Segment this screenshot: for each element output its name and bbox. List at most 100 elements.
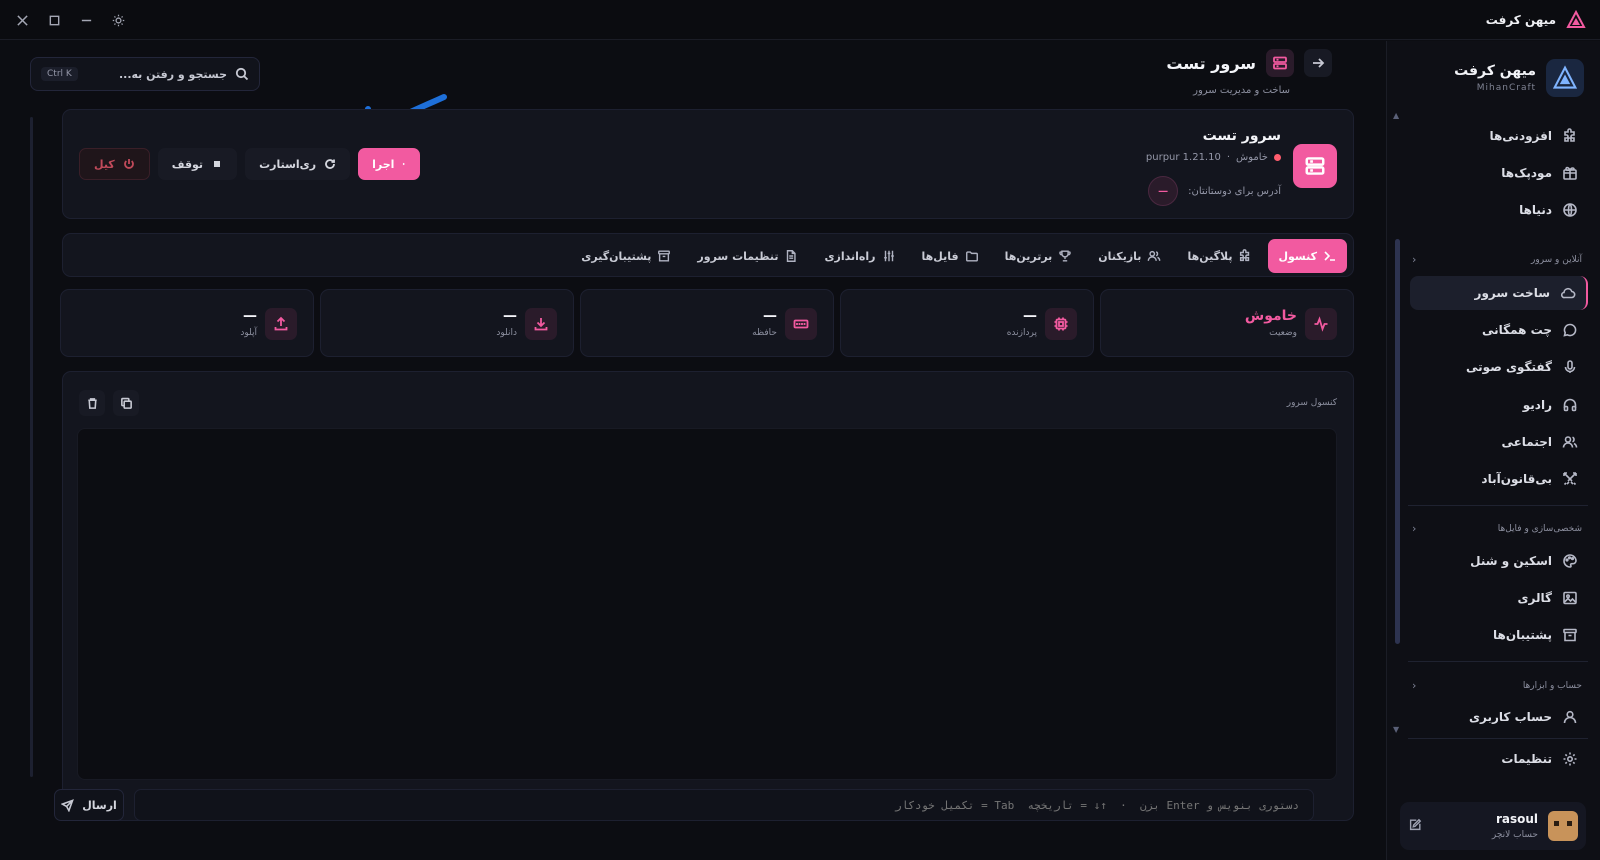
section-title: شخصی‌سازی و فایل‌ها [1497,523,1582,534]
user-icon [1563,710,1577,724]
tab-label: پلاگین‌ها [1187,249,1233,263]
restart-button[interactable]: ری‌استارت [245,148,351,180]
section-title: حساب و ابزارها [1522,680,1582,691]
send-button[interactable]: ارسال [54,789,124,821]
back-button[interactable] [1304,49,1332,77]
server-address: آدرس برای دوستانتان: — [1148,176,1281,206]
maximize-icon [49,15,59,25]
trash-icon [87,397,97,409]
sidebar-item-label: مودپک‌ها [1501,166,1552,180]
sidebar-section-online[interactable]: آنلاین و سرور ‹ [1412,253,1582,266]
stop-button[interactable]: توقف [157,148,238,180]
gear-icon [1563,752,1577,766]
close-icon [16,14,28,26]
page-subtitle: ساخت و مدیریت سرور [1193,85,1290,96]
edit-profile-button[interactable] [1408,818,1422,835]
sidebar-section-account[interactable]: حساب و ابزارها ‹ [1412,679,1582,692]
swords-icon [1563,472,1577,486]
theme-toggle-button[interactable] [106,8,130,32]
stop-icon [214,161,221,167]
command-input[interactable] [134,789,1314,821]
command-input-row: ارسال [54,789,1314,825]
tab-label: پشتیبان‌گیری [581,249,652,263]
sidebar-item-radio[interactable]: رادیو [1410,388,1588,422]
tab-label: بازیکنان [1098,249,1142,263]
close-window-button[interactable] [10,8,34,32]
tab-plugins[interactable]: پلاگین‌ها [1177,239,1262,273]
clear-console-button[interactable] [79,390,105,416]
sidebar-item-label: پشتیبان‌ها [1493,628,1552,642]
tab-backup[interactable]: پشتیبان‌گیری [571,239,681,273]
restart-label: ری‌استارت [259,157,317,171]
server-icon [1305,157,1325,175]
chat-bubble-icon [1563,323,1577,337]
main-content: سرور تست ساخت و مدیریت سرور جستجو و رفتن… [24,41,1362,860]
tab-setup[interactable]: راه‌اندازی [814,239,905,273]
refresh-icon [325,159,335,169]
sidebar-item-settings[interactable]: تنظیمات [1410,742,1588,776]
stat-icon-box [525,308,557,340]
sliders-icon [883,250,894,262]
upload-icon [274,316,288,331]
archive-icon [1563,628,1577,642]
tab-label: کنسول [1278,249,1317,263]
sidebar-item-gallery[interactable]: گالری [1410,581,1588,615]
user-role: حساب لانچر [1491,830,1538,840]
title-brand-name: میهن کرفت [1485,13,1556,27]
main-scrollbar[interactable] [30,117,33,777]
stop-label: توقف [171,157,204,171]
sidebar-item-worlds[interactable]: دنیاها [1410,193,1588,227]
archive-icon [658,250,671,262]
tab-console[interactable]: کنسول [1268,239,1347,273]
copy-console-button[interactable] [113,390,139,416]
search-box[interactable]: جستجو و رفتن به... Ctrl K [30,57,260,91]
tab-leaderboard[interactable]: برترین‌ها [995,239,1083,273]
page-title: سرور تست [1166,53,1256,73]
sidebar-item-social[interactable]: اجتماعی [1410,425,1588,459]
app-window: میهن کرفت میهن کرفت MihanCraft ▲ ▼ افزود… [0,0,1600,860]
download-icon [534,318,548,331]
kill-button[interactable]: کیل [79,148,150,180]
scroll-down-icon[interactable]: ▼ [1393,725,1399,734]
stat-card-memory: — حافظه [580,289,834,357]
minimize-window-button[interactable] [74,8,98,32]
sidebar-item-label: اسکین و شنل [1470,554,1552,568]
run-button[interactable]: اجرا [358,148,421,180]
stat-value: خاموش [1244,308,1297,324]
sidebar-scrollbar[interactable] [1395,239,1400,644]
user-card[interactable]: rasoul حساب لانچر [1400,802,1586,850]
sidebar-item-public-chat[interactable]: چت همگانی [1410,313,1588,347]
sidebar-item-skins[interactable]: اسکین و شنل [1410,544,1588,578]
cpu-icon [1054,317,1068,331]
sidebar-brand: میهن کرفت MihanCraft [1454,59,1584,97]
tab-server-settings[interactable]: تنظیمات سرور [687,239,808,273]
search-placeholder: جستجو و رفتن به... [118,67,227,81]
sidebar-item-label: ساخت سرور [1474,286,1550,300]
sidebar-item-modpacks[interactable]: مودپک‌ها [1410,156,1588,190]
scroll-up-icon[interactable]: ▲ [1393,111,1399,120]
sidebar-item-server-builder[interactable]: ساخت سرور [1410,276,1588,310]
run-label: اجرا [372,157,395,171]
image-icon [1563,591,1577,605]
sidebar-item-addons[interactable]: افزودنی‌ها [1410,119,1588,153]
title-brand: میهن کرفت [1486,10,1586,30]
sidebar-item-account[interactable]: حساب کاربری [1410,700,1588,734]
search-shortcut: Ctrl K [41,67,78,81]
globe-icon [1563,203,1577,217]
sidebar-item-backups[interactable]: پشتیبان‌ها [1410,618,1588,652]
users-icon [1562,436,1578,448]
sidebar-item-voice-chat[interactable]: گفتگوی صوتی [1410,350,1588,384]
server-status: خاموش [1236,152,1268,163]
page-header: سرور تست [1166,49,1332,77]
chevron-left-icon: ‹ [1412,253,1417,266]
sidebar-item-lawless[interactable]: بی‌قانون‌آباد [1410,462,1588,496]
console-title: کنسول سرور [1286,398,1337,408]
brand-logo [1546,59,1584,97]
console-output[interactable] [77,428,1337,780]
tab-players[interactable]: بازیکنان [1088,239,1171,273]
sidebar-section-customization[interactable]: شخصی‌سازی و فایل‌ها ‹ [1412,522,1582,535]
tab-label: برترین‌ها [1004,249,1053,263]
address-copy-button[interactable]: — [1148,176,1179,206]
tab-files[interactable]: فایل‌ها [912,239,989,273]
maximize-window-button[interactable] [42,8,66,32]
